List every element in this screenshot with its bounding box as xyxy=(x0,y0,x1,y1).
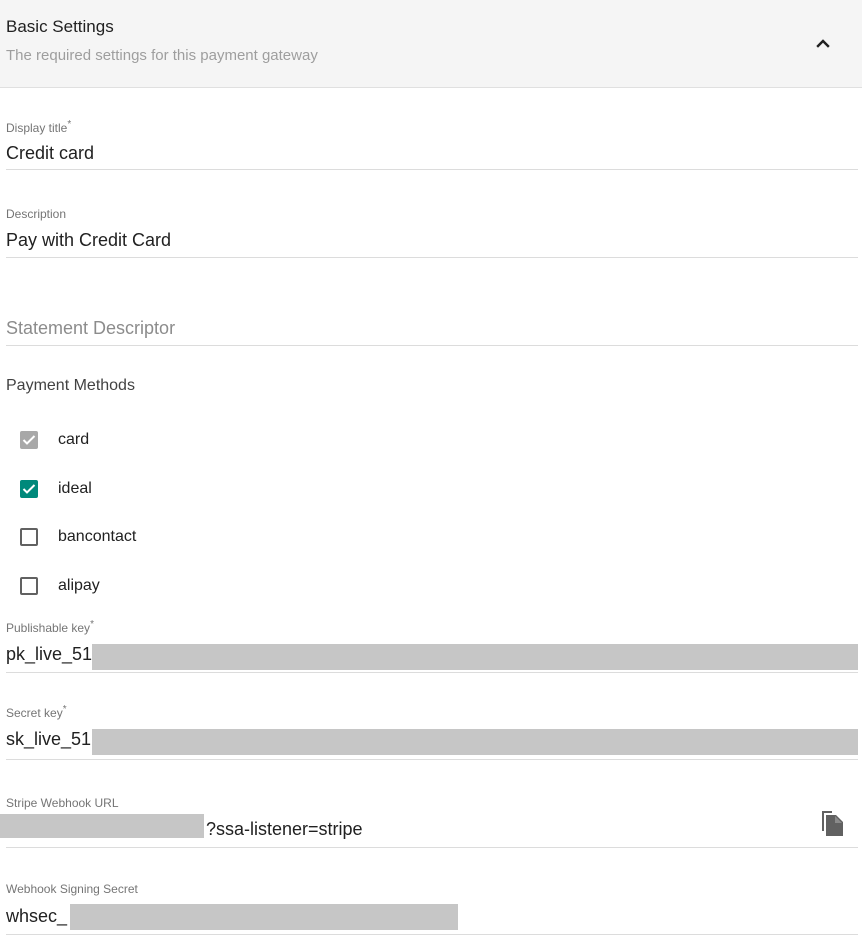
payment-method-ideal[interactable]: ideal xyxy=(20,478,92,500)
statement-descriptor-underline xyxy=(6,345,858,346)
collapse-toggle-button[interactable] xyxy=(810,30,836,56)
webhook-secret-input[interactable]: whsec_ xyxy=(6,906,67,927)
display-title-input[interactable]: Credit card xyxy=(6,143,94,164)
publishable-key-label: Publishable key* xyxy=(6,619,94,635)
description-label: Description xyxy=(6,207,67,221)
checkmark-icon xyxy=(22,484,36,494)
alipay-label: alipay xyxy=(58,577,100,594)
secret-key-input[interactable]: sk_live_51 xyxy=(6,729,91,750)
redacted-block xyxy=(0,814,204,838)
settings-panel-header[interactable]: Basic Settings The required settings for… xyxy=(0,0,862,88)
alipay-checkbox[interactable] xyxy=(20,577,38,595)
secret-key-field[interactable]: Secret key* sk_live_51 xyxy=(6,701,858,761)
description-input[interactable]: Pay with Credit Card xyxy=(6,230,171,251)
ideal-checkbox[interactable] xyxy=(20,480,38,498)
display-title-underline xyxy=(6,169,858,170)
payment-method-alipay[interactable]: alipay xyxy=(20,575,100,597)
redacted-block xyxy=(92,729,858,755)
payment-method-card[interactable]: card xyxy=(20,429,89,451)
payment-method-bancontact[interactable]: bancontact xyxy=(20,526,136,548)
redacted-block xyxy=(92,644,858,670)
webhook-secret-label: Webhook Signing Secret xyxy=(6,882,138,896)
publishable-key-underline xyxy=(6,672,858,673)
statement-descriptor-field[interactable]: Statement Descriptor xyxy=(6,300,858,350)
webhook-secret-field[interactable]: Webhook Signing Secret whsec_ xyxy=(6,876,858,936)
secret-key-label: Secret key* xyxy=(6,704,67,720)
description-underline xyxy=(6,257,858,258)
description-field[interactable]: Description Pay with Credit Card xyxy=(6,200,858,260)
display-title-field[interactable]: Display title* Credit card xyxy=(6,112,858,172)
publishable-key-input[interactable]: pk_live_51 xyxy=(6,644,92,665)
secret-key-underline xyxy=(6,759,858,760)
payment-methods-label: Payment Methods xyxy=(6,377,135,394)
webhook-secret-underline xyxy=(6,934,858,935)
bancontact-checkbox[interactable] xyxy=(20,528,38,546)
bancontact-label: bancontact xyxy=(58,528,137,545)
ideal-label: ideal xyxy=(58,480,92,497)
checkmark-icon xyxy=(22,435,36,445)
webhook-url-input[interactable]: ?ssa-listener=stripe xyxy=(206,819,363,840)
panel-subtitle: The required settings for this payment g… xyxy=(6,47,318,64)
card-label: card xyxy=(58,431,90,448)
webhook-url-underline xyxy=(6,847,858,848)
redacted-block xyxy=(70,904,458,930)
chevron-up-icon xyxy=(816,39,830,48)
webhook-url-label: Stripe Webhook URL xyxy=(6,796,119,810)
statement-descriptor-input[interactable]: Statement Descriptor xyxy=(6,318,175,339)
copy-icon xyxy=(822,811,843,836)
display-title-label: Display title* xyxy=(6,119,72,135)
copy-url-button[interactable] xyxy=(820,810,846,838)
panel-title: Basic Settings xyxy=(6,17,114,36)
card-checkbox[interactable] xyxy=(20,431,38,449)
webhook-url-field[interactable]: Stripe Webhook URL ?ssa-listener=stripe xyxy=(0,790,858,850)
publishable-key-field[interactable]: Publishable key* pk_live_51 xyxy=(6,616,858,676)
